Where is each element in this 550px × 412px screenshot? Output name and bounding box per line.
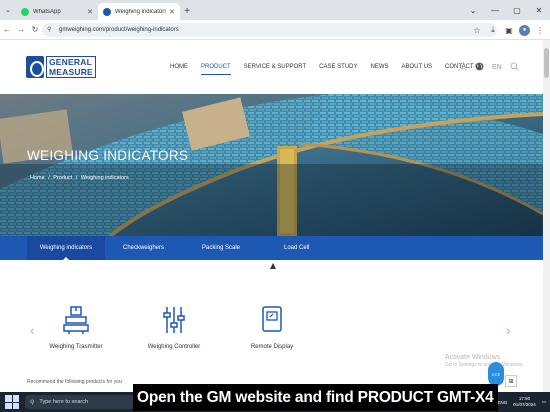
logo-line-1: GENERAL — [49, 57, 92, 67]
carousel-next-arrow-icon[interactable]: › — [506, 322, 511, 338]
new-tab-button[interactable]: + — [180, 3, 194, 20]
menu-icon[interactable]: ⋮ — [534, 26, 546, 35]
search-icon[interactable] — [510, 62, 519, 73]
controller-icon — [163, 307, 185, 333]
tab-packing-scale[interactable]: Packing Scale — [202, 236, 240, 260]
maximize-button[interactable]: ▢ — [506, 0, 528, 20]
page-title: WEIGHING INDICATORS — [27, 148, 189, 163]
tab-label: Weighing indicators — [39, 245, 93, 251]
tab-checkweighers[interactable]: Checkweighers — [123, 236, 164, 260]
page-scrollbar[interactable] — [543, 40, 550, 392]
whatsapp-favicon-icon — [21, 7, 29, 16]
chat-label: GCE — [491, 371, 501, 377]
back-button[interactable]: ← — [0, 20, 14, 40]
logo-line-2: MEASURE — [49, 67, 93, 77]
watermark-line-1: Activate Windows — [445, 354, 501, 361]
nav-product[interactable]: PRODUCT — [201, 64, 231, 75]
product-category-tabs: Weighing indicators Checkweighers Packin… — [0, 236, 543, 261]
watermark-line-2: Go to Settings to activate Windows. — [445, 362, 524, 368]
logo-mark-icon — [26, 56, 44, 78]
nav-case-study[interactable]: CASE STUDY — [319, 64, 357, 70]
tab-load-cell[interactable]: Load Cell — [284, 236, 309, 260]
search-placeholder: Type here to search — [39, 399, 89, 405]
recommend-heading: Recommend the following products for you — [27, 379, 122, 385]
nav-service-support[interactable]: SERVICE & SUPPORT — [244, 64, 306, 70]
site-header: GENERAL MEASURE HOME PRODUCT SERVICE & S… — [0, 40, 543, 94]
toolbar-right: ☆ ⤓ ▣ ● ⋮ — [471, 20, 546, 40]
tab-search-icon[interactable]: ⌄ — [0, 0, 16, 20]
category-label: Weighing Controller — [147, 344, 201, 350]
nav-about-us[interactable]: ABOUT US — [401, 64, 432, 70]
logo-text: GENERAL MEASURE — [46, 56, 96, 78]
general-measure-logo[interactable]: GENERAL MEASURE — [26, 56, 96, 78]
breadcrumb-separator: / — [75, 175, 78, 181]
url-input[interactable]: ⚲ gmweighing.com/product/weighing-indica… — [42, 22, 497, 37]
hero-banner: WEIGHING INDICATORS Home / Product / Wei… — [0, 94, 543, 236]
taskbar-search-input[interactable]: ⚲ Type here to search — [25, 395, 135, 409]
language-indicator[interactable]: ENG — [497, 400, 507, 405]
conveyor-background-image — [0, 94, 543, 236]
reload-button[interactable]: ↻ — [28, 20, 42, 40]
nav-home[interactable]: HOME — [170, 64, 188, 70]
qr-code-icon[interactable]: ⊞ — [505, 375, 517, 387]
breadcrumb-current: Weighing indicators — [80, 175, 129, 181]
chevron-down-icon[interactable]: ⌄ — [462, 0, 484, 20]
header-icons: EN — [458, 62, 527, 73]
category-label: Weighing Trasmitter — [49, 344, 103, 350]
close-tab-icon[interactable]: ✕ — [87, 8, 93, 16]
url-text: gmweighing.com/product/weighing-indicato… — [59, 26, 179, 33]
chat-button[interactable]: GCE — [488, 362, 504, 386]
category-weighing-transmitter[interactable]: Weighing Trasmitter — [46, 305, 106, 350]
category-label: Remote Display — [250, 344, 294, 350]
close-window-button[interactable]: ✕ — [528, 0, 550, 20]
site-info-icon[interactable]: ⚲ — [47, 26, 55, 33]
mouse-cursor — [270, 263, 276, 269]
notification-icon[interactable]: ▭ — [542, 399, 546, 405]
gm-favicon-icon — [103, 7, 111, 16]
close-tab-icon[interactable]: ✕ — [169, 8, 175, 16]
category-weighing-controller[interactable]: Weighing Controller — [144, 305, 204, 350]
tab-whatsapp[interactable]: WhatsApp ✕ — [16, 3, 98, 20]
breadcrumb-separator: / — [48, 175, 50, 181]
tab-title: Weighing indicators | Digital W — [115, 8, 167, 15]
main-nav: HOME PRODUCT SERVICE & SUPPORT CASE STUD… — [170, 64, 497, 75]
display-icon — [262, 306, 282, 332]
breadcrumb: Home / Product / Weighing indicators — [30, 175, 131, 181]
tab-label: Checkweighers — [123, 245, 165, 251]
search-icon: ⚲ — [30, 399, 35, 406]
tab-weighing-indicators[interactable]: Weighing indicators | Digital W ✕ — [98, 3, 180, 20]
download-icon[interactable]: ⤓ — [487, 25, 499, 35]
extensions-icon[interactable]: ▣ — [503, 26, 515, 35]
transmitter-icon — [63, 306, 89, 334]
category-remote-display[interactable]: Remote Display — [242, 305, 302, 350]
active-caret-icon — [62, 257, 70, 261]
language-label[interactable]: EN — [492, 64, 502, 71]
forward-button[interactable]: → — [14, 20, 28, 40]
carousel-prev-arrow-icon[interactable]: ‹ — [30, 322, 35, 338]
window-controls: ⌄ — ▢ ✕ — [462, 0, 550, 20]
activate-windows-watermark: Activate Windows Go to Settings to activ… — [445, 354, 524, 368]
bookmark-star-icon[interactable]: ☆ — [471, 26, 483, 35]
windows-start-icon[interactable] — [5, 395, 19, 409]
user-icon[interactable] — [458, 62, 467, 73]
breadcrumb-product[interactable]: Product — [53, 175, 72, 181]
address-bar: ← → ↻ ⚲ gmweighing.com/product/weighing-… — [0, 20, 550, 40]
tab-label: Load Cell — [284, 245, 310, 251]
clock-date: 01/07/2024 — [513, 402, 536, 407]
nav-news[interactable]: NEWS — [370, 64, 388, 70]
tab-label: Packing Scale — [202, 245, 241, 251]
tab-title: WhatsApp — [33, 8, 61, 15]
profile-avatar[interactable]: ● — [519, 24, 530, 36]
breadcrumb-home[interactable]: Home — [30, 175, 45, 181]
tab-weighing-indicators[interactable]: Weighing indicators — [27, 236, 105, 261]
minimize-button[interactable]: — — [484, 0, 506, 20]
scrollbar-thumb[interactable] — [544, 48, 549, 78]
instruction-caption: Open the GM website and find PRODUCT GMT… — [133, 384, 498, 411]
taskbar-clock[interactable]: 17:50 01/07/2024 — [513, 396, 536, 408]
browser-tab-strip: ⌄ WhatsApp ✕ Weighing indicators | Digit… — [0, 0, 550, 20]
globe-icon[interactable] — [475, 62, 484, 73]
